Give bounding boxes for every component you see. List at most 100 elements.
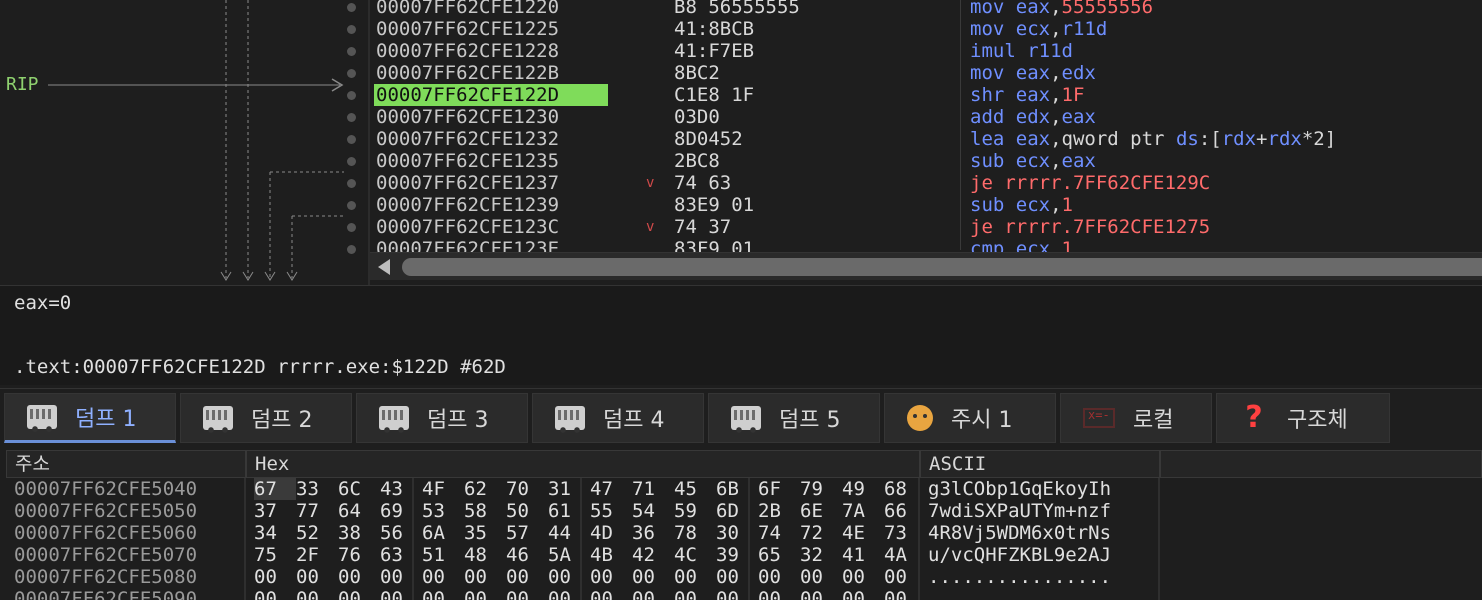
hex-byte[interactable]: 59 [674,500,716,522]
instruction-address[interactable]: 00007FF62CFE1230 [374,106,608,128]
hex-byte[interactable]: 50 [506,500,548,522]
hex-byte[interactable]: 00 [506,588,548,600]
breakpoint-dot-icon[interactable] [347,135,356,144]
instruction-address[interactable]: 00007FF62CFE1239 [374,194,608,216]
instruction-row[interactable]: 00007FF62CFE1232 8D0452 lea eax,qword ptr … [370,128,1482,150]
hex-byte[interactable]: 6E [800,500,842,522]
hex-byte[interactable]: 34 [254,522,296,544]
instruction-row[interactable]: 00007FF62CFE1237 v 74 63 je rrrrr.7FF62CFE1… [370,172,1482,194]
hex-byte[interactable]: 39 [716,544,758,566]
hex-byte[interactable]: 00 [716,566,758,588]
hex-byte[interactable]: 6F [758,478,800,500]
hex-byte[interactable]: 76 [338,544,380,566]
breakpoint-dot-icon[interactable] [347,245,356,254]
instruction-row[interactable]: 00007FF62CFE1225 41:8BCB mov ecx,r11d [370,18,1482,40]
hex-byte[interactable]: 65 [758,544,800,566]
tab-dump-5[interactable]: 덤프 5 [708,393,880,443]
hex-byte[interactable]: 57 [506,522,548,544]
hex-byte[interactable]: 6C [338,478,380,500]
column-header-hex[interactable]: Hex [246,450,920,478]
disassembly-view[interactable]: RIP 00007FF62CFE1220 B8 56555555 mov eax,5… [0,0,1482,285]
breakpoint-dot-icon[interactable] [347,223,356,232]
hex-byte[interactable]: 49 [842,478,884,500]
hex-byte[interactable]: 6A [422,522,464,544]
hex-byte[interactable]: 56 [380,522,422,544]
hex-byte[interactable]: 00 [464,588,506,600]
hex-byte[interactable]: 37 [254,500,296,522]
column-header-address[interactable]: 주소 [6,450,246,478]
hex-byte[interactable]: 69 [380,500,422,522]
hex-byte[interactable]: 4F [422,478,464,500]
breakpoint-dot-icon[interactable] [347,3,356,12]
hex-byte[interactable]: 44 [548,522,590,544]
hex-byte[interactable]: 00 [548,566,590,588]
instruction-row[interactable]: 00007FF62CFE1235 2BC8 sub ecx,eax [370,150,1482,172]
tab-dump-7[interactable]: 로컬 [1060,393,1212,443]
column-header-ascii[interactable]: ASCII [920,450,1160,478]
dump-hex[interactable]: 75 2F 76 63 51 48 46 5A 4B 42 4C 39 65 32 41 4A [254,544,926,566]
hex-byte[interactable]: 67 [254,478,296,500]
instruction-address[interactable]: 00007FF62CFE123C [374,216,608,238]
hex-byte[interactable]: 00 [254,588,296,600]
hex-byte[interactable]: 45 [674,478,716,500]
hex-byte[interactable]: 00 [632,588,674,600]
dump-hex[interactable]: 34 52 38 56 6A 35 57 44 4D 36 78 30 74 72 4E 73 [254,522,926,544]
hex-byte[interactable]: 2B [758,500,800,522]
hex-byte[interactable]: 51 [422,544,464,566]
breakpoint-dot-icon[interactable] [347,25,356,34]
hex-byte[interactable]: 47 [590,478,632,500]
hex-byte[interactable]: 00 [674,588,716,600]
dump-address[interactable]: 00007FF62CFE5080 [14,566,197,588]
dump-row[interactable]: 00007FF62CFE5050 37 77 64 69 53 58 50 61 55 54 59 6D… [0,500,1482,522]
dump-row[interactable]: 00007FF62CFE5060 34 52 38 56 6A 35 57 44 4D 36 78 30… [0,522,1482,544]
hex-byte[interactable]: 00 [632,566,674,588]
hex-byte[interactable]: 48 [464,544,506,566]
hex-byte[interactable]: 00 [338,588,380,600]
hex-byte[interactable]: 00 [800,566,842,588]
hex-byte[interactable]: 00 [338,566,380,588]
breakpoint-dot-icon[interactable] [347,91,356,100]
hex-byte[interactable]: 00 [548,588,590,600]
hex-byte[interactable]: 00 [590,588,632,600]
hex-byte[interactable]: 00 [716,588,758,600]
instruction-address[interactable]: 00007FF62CFE1237 [374,172,608,194]
dump-hex[interactable]: 67 33 6C 43 4F 62 70 31 47 71 45 6B 6F 79 49 68 [254,478,926,500]
hex-byte[interactable]: 79 [800,478,842,500]
scroll-thumb[interactable] [402,258,1482,276]
hex-byte[interactable]: 63 [380,544,422,566]
instruction-address[interactable]: 00007FF62CFE1228 [374,40,608,62]
dump-ascii[interactable]: ................ [928,566,1111,588]
hex-byte[interactable]: 00 [590,566,632,588]
tab-dump-2[interactable]: 덤프 2 [180,393,352,443]
tab-dump-3[interactable]: 덤프 3 [356,393,528,443]
dump-address[interactable]: 00007FF62CFE5050 [14,500,197,522]
instruction-row[interactable]: 00007FF62CFE1220 B8 56555555 mov eax,55555… [370,0,1482,18]
hex-byte[interactable]: 00 [758,566,800,588]
hex-byte[interactable]: 6D [716,500,758,522]
hex-byte[interactable]: 00 [464,566,506,588]
instruction-address[interactable]: 00007FF62CFE1220 [374,0,608,18]
hex-byte[interactable]: 41 [842,544,884,566]
instruction-address[interactable]: 00007FF62CFE1235 [374,150,608,172]
hex-byte[interactable]: 00 [506,566,548,588]
breakpoint-dot-icon[interactable] [347,179,356,188]
tab-dump-1[interactable]: 덤프 1 [4,393,176,443]
hex-byte[interactable]: 74 [758,522,800,544]
dump-hex[interactable]: 00 00 00 00 00 00 00 00 00 00 00 00 00 00 00 00 [254,566,926,588]
instruction-address[interactable]: 00007FF62CFE1232 [374,128,608,150]
breakpoint-dot-icon[interactable] [347,113,356,122]
hex-byte[interactable]: 62 [464,478,506,500]
dump-ascii[interactable]: u/vcQHFZKBL9e2AJ [928,544,1111,566]
hex-byte[interactable]: 00 [296,588,338,600]
instruction-address[interactable]: 00007FF62CFE122B [374,62,608,84]
dump-ascii[interactable]: 4R8Vj5WDM6x0trNs [928,522,1111,544]
hex-byte[interactable]: 00 [296,566,338,588]
hex-byte[interactable]: 00 [254,566,296,588]
hex-byte[interactable]: 71 [632,478,674,500]
hex-byte[interactable]: 42 [632,544,674,566]
hex-byte[interactable]: 00 [758,588,800,600]
hex-byte[interactable]: 38 [338,522,380,544]
instruction-row[interactable]: 00007FF62CFE1228 41:F7EB imul r11d [370,40,1482,62]
hex-byte[interactable]: 55 [590,500,632,522]
breakpoint-dot-icon[interactable] [347,69,356,78]
